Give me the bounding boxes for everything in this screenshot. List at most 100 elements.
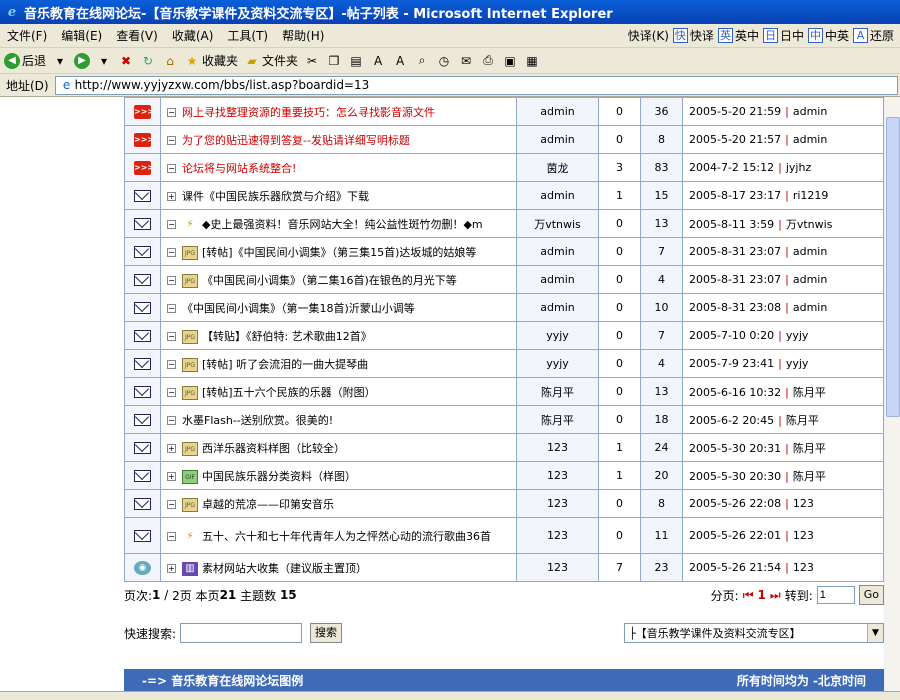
topic-title-link[interactable]: 五十、六十和七十年代青年人为之怦然心动的流行歌曲36首 bbox=[202, 530, 491, 543]
topic-author[interactable]: yyjy bbox=[516, 349, 599, 378]
search-button[interactable]: 搜索 bbox=[310, 623, 343, 643]
last-post-user[interactable]: admin bbox=[793, 273, 827, 286]
topic-title-link[interactable]: 课件《中国民族乐器欣赏与介绍》下载 bbox=[182, 190, 369, 203]
topic-author[interactable]: 万vtnwis bbox=[516, 209, 599, 238]
menu-file[interactable]: 文件(F) bbox=[0, 27, 54, 44]
last-post-user[interactable]: yyjy bbox=[786, 329, 809, 342]
expand-toggle-icon[interactable]: + bbox=[167, 192, 176, 201]
topic-author[interactable]: admin bbox=[516, 181, 599, 210]
translate-button[interactable]: 快快译 bbox=[672, 27, 714, 44]
print-icon[interactable]: ⎙ bbox=[480, 53, 496, 69]
topic-last-post[interactable]: 2005-5-20 21:59 | admin bbox=[682, 97, 884, 126]
expand-toggle-icon[interactable]: − bbox=[167, 108, 176, 117]
last-post-user[interactable]: 123 bbox=[793, 497, 814, 510]
font-icon[interactable]: A bbox=[392, 53, 408, 69]
topic-title-link[interactable]: [转帖] 听了会流泪的一曲大提琴曲 bbox=[202, 358, 368, 371]
expand-toggle-icon[interactable]: − bbox=[167, 532, 176, 541]
expand-toggle-icon[interactable]: − bbox=[167, 360, 176, 369]
last-post-user[interactable]: ri1219 bbox=[793, 189, 829, 202]
topic-author[interactable]: admin bbox=[516, 293, 599, 322]
expand-toggle-icon[interactable]: − bbox=[167, 136, 176, 145]
topic-title-link[interactable]: 卓越的荒凉——印第安音乐 bbox=[202, 498, 334, 511]
cut-icon[interactable]: ✂ bbox=[304, 53, 320, 69]
topic-title-link[interactable]: 为了您的贴迅速得到答复--发贴请详细写明标题 bbox=[182, 134, 410, 147]
topic-author[interactable]: 123 bbox=[516, 433, 599, 462]
topic-last-post[interactable]: 2005-8-17 23:17 | ri1219 bbox=[682, 181, 884, 210]
home-icon[interactable]: ⌂ bbox=[162, 53, 178, 69]
menu-tools[interactable]: 工具(T) bbox=[220, 27, 275, 44]
topic-last-post[interactable]: 2004-7-2 15:12 | jyjhz bbox=[682, 153, 884, 182]
topic-last-post[interactable]: 2005-5-30 20:31 | 陈月平 bbox=[682, 433, 884, 462]
topic-last-post[interactable]: 2005-7-9 23:41 | yyjy bbox=[682, 349, 884, 378]
last-post-user[interactable]: admin bbox=[793, 133, 827, 146]
quick-translate-menu[interactable]: 快译(K) bbox=[628, 27, 669, 44]
expand-toggle-icon[interactable]: − bbox=[167, 164, 176, 173]
topic-author[interactable]: yyjy bbox=[516, 321, 599, 350]
encoding-icon[interactable]: A bbox=[370, 53, 386, 69]
quick-search-input[interactable] bbox=[180, 623, 303, 643]
go-button[interactable]: Go bbox=[858, 585, 884, 605]
topic-title-link[interactable]: 论坛将与网站系统整合! bbox=[182, 162, 296, 175]
topic-title-link[interactable]: 中国民族乐器分类资料（样图） bbox=[202, 470, 356, 483]
refresh-icon[interactable]: ↻ bbox=[140, 53, 156, 69]
topic-title-link[interactable]: 【转贴】《舒伯特: 艺术歌曲12首》 bbox=[202, 330, 372, 343]
last-post-user[interactable]: 陈月平 bbox=[786, 414, 819, 427]
topic-title-link[interactable]: [转帖]五十六个民族的乐器（附图） bbox=[202, 386, 376, 399]
search-icon[interactable]: ⌕ bbox=[414, 53, 430, 69]
last-post-user[interactable]: yyjy bbox=[786, 357, 809, 370]
expand-toggle-icon[interactable]: + bbox=[167, 564, 176, 573]
expand-toggle-icon[interactable]: + bbox=[167, 472, 176, 481]
expand-toggle-icon[interactable]: − bbox=[167, 332, 176, 341]
back-dropdown-icon[interactable]: ▾ bbox=[52, 53, 68, 69]
topic-author[interactable]: 123 bbox=[516, 461, 599, 490]
address-input[interactable]: e http://www.yyjyzxw.com/bbs/list.asp?bo… bbox=[54, 75, 898, 95]
topic-author[interactable]: admin bbox=[516, 97, 599, 126]
first-page-icon[interactable]: ⏮ bbox=[743, 588, 754, 603]
expand-toggle-icon[interactable]: − bbox=[167, 276, 176, 285]
topic-title-link[interactable]: 西洋乐器资料样图（比较全） bbox=[202, 442, 345, 455]
topic-author[interactable]: 123 bbox=[516, 553, 599, 582]
menu-edit[interactable]: 编辑(E) bbox=[54, 27, 109, 44]
topic-author[interactable]: 陈月平 bbox=[516, 377, 599, 406]
forward-arrow-icon[interactable]: ▶ bbox=[74, 52, 91, 69]
topic-title-link[interactable]: 网上寻找整理资源的重要技巧：怎么寻找影音源文件 bbox=[182, 106, 435, 119]
menu-favorites[interactable]: 收藏(A) bbox=[165, 27, 221, 44]
last-post-user[interactable]: jyjhz bbox=[786, 161, 811, 174]
scrollbar-thumb[interactable] bbox=[886, 117, 900, 417]
ja-zh-button[interactable]: 日日中 bbox=[762, 27, 804, 44]
topic-author[interactable]: admin bbox=[516, 265, 599, 294]
expand-toggle-icon[interactable]: − bbox=[167, 304, 176, 313]
topic-last-post[interactable]: 2005-8-31 23:07 | admin bbox=[682, 237, 884, 266]
copy-icon[interactable]: ❐ bbox=[326, 53, 342, 69]
restore-button[interactable]: A 还原 bbox=[852, 27, 894, 44]
mail-icon[interactable]: ✉ bbox=[458, 53, 474, 69]
topic-author[interactable]: 123 bbox=[516, 489, 599, 518]
topic-author[interactable]: admin bbox=[516, 125, 599, 154]
expand-toggle-icon[interactable]: − bbox=[167, 388, 176, 397]
topic-author[interactable]: 陈月平 bbox=[516, 405, 599, 434]
topic-last-post[interactable]: 2005-5-26 22:08 | 123 bbox=[682, 489, 884, 518]
topic-last-post[interactable]: 2005-5-26 21:54 | 123 bbox=[682, 553, 884, 582]
topic-last-post[interactable]: 2005-6-16 10:32 | 陈月平 bbox=[682, 377, 884, 406]
topic-author[interactable]: 123 bbox=[516, 517, 599, 554]
last-post-user[interactable]: admin bbox=[793, 301, 827, 314]
discuss-icon[interactable]: ▦ bbox=[524, 53, 540, 69]
last-post-user[interactable]: admin bbox=[793, 105, 827, 118]
topic-last-post[interactable]: 2005-8-31 23:08 | admin bbox=[682, 293, 884, 322]
topic-title-link[interactable]: [转帖]《中国民间小调集》（第三集15首)达坂城的姑娘等 bbox=[202, 246, 476, 259]
folders-button[interactable]: ▰ 文件夹 bbox=[244, 52, 298, 69]
last-post-user[interactable]: 万vtnwis bbox=[786, 218, 833, 231]
expand-toggle-icon[interactable]: + bbox=[167, 444, 176, 453]
last-post-user[interactable]: admin bbox=[793, 245, 827, 258]
en-zh-button[interactable]: 英英中 bbox=[717, 27, 759, 44]
goto-page-input[interactable] bbox=[816, 586, 855, 604]
paste-icon[interactable]: ▤ bbox=[348, 53, 364, 69]
back-button[interactable]: ◀ 后退 bbox=[4, 52, 46, 69]
topic-last-post[interactable]: 2005-7-10 0:20 | yyjy bbox=[682, 321, 884, 350]
topic-last-post[interactable]: 2005-5-26 22:01 | 123 bbox=[682, 517, 884, 554]
topic-last-post[interactable]: 2005-8-11 3:59 | 万vtnwis bbox=[682, 209, 884, 238]
topic-last-post[interactable]: 2005-5-30 20:30 | 陈月平 bbox=[682, 461, 884, 490]
topic-title-link[interactable]: 水墨Flash--送别欣赏。很美的! bbox=[182, 414, 333, 427]
topic-last-post[interactable]: 2005-5-20 21:57 | admin bbox=[682, 125, 884, 154]
topic-last-post[interactable]: 2005-6-2 20:45 | 陈月平 bbox=[682, 405, 884, 434]
